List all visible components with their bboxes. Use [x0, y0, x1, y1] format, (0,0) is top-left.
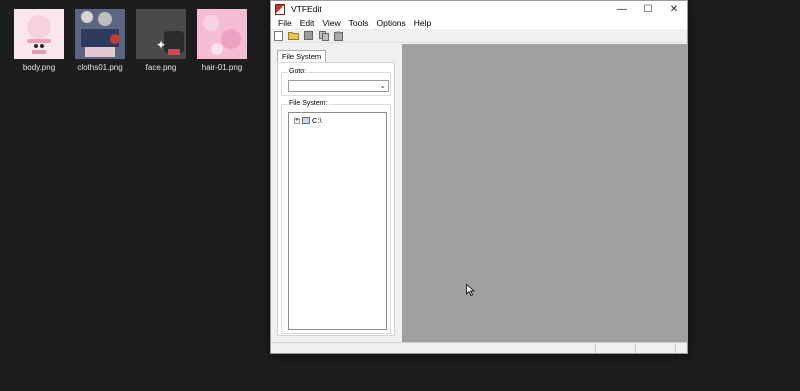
desktop-file-face[interactable]: ✦ face.png [135, 9, 187, 72]
goto-group: Goto: ⌄ [281, 68, 391, 96]
svg-text:✦: ✦ [156, 38, 166, 52]
menu-bar: File Edit View Tools Options Help [271, 17, 687, 29]
desktop-file-cloths[interactable]: cloths01.png [74, 9, 126, 72]
menu-file[interactable]: File [274, 18, 296, 28]
cloths-thumbnail [75, 9, 125, 59]
file-system-tree[interactable]: + C:\ [288, 112, 387, 330]
paste-icon[interactable] [333, 30, 344, 41]
status-divider [635, 344, 636, 353]
toolbar [271, 29, 687, 43]
minimize-button[interactable]: — [609, 1, 635, 17]
tree-node-label: C:\ [312, 116, 322, 125]
status-bar [271, 342, 687, 353]
menu-help[interactable]: Help [410, 18, 435, 28]
copy-icon[interactable] [318, 30, 329, 41]
goto-dropdown[interactable]: ⌄ [288, 80, 389, 92]
expand-icon[interactable]: + [294, 117, 300, 124]
status-divider [595, 344, 596, 353]
file-system-label: File System: [288, 100, 329, 107]
file-name: body.png [22, 63, 56, 72]
chevron-down-icon[interactable]: ⌄ [379, 81, 386, 90]
mouse-cursor-icon [466, 283, 476, 297]
tab-body: Goto: ⌄ File System: + C:\ [277, 62, 395, 336]
title-bar[interactable]: VTFEdit — ☐ ✕ [271, 1, 687, 17]
menu-options[interactable]: Options [372, 18, 409, 28]
menu-edit[interactable]: Edit [296, 18, 319, 28]
status-divider [675, 344, 676, 353]
desktop-file-hair[interactable]: hair-01.png [196, 9, 248, 72]
window-title: VTFEdit [291, 4, 322, 14]
menu-tools[interactable]: Tools [345, 18, 373, 28]
file-name: face.png [145, 63, 177, 72]
file-system-panel: File System Goto: ⌄ File System: + C:\ [275, 47, 398, 339]
file-name: cloths01.png [77, 63, 123, 72]
maximize-button[interactable]: ☐ [635, 1, 661, 17]
image-preview-area[interactable] [402, 44, 688, 342]
main-content: File System Goto: ⌄ File System: + C:\ [271, 44, 688, 342]
vtfedit-window: VTFEdit — ☐ ✕ File Edit View Tools Optio… [270, 0, 688, 354]
file-system-group: File System: + C:\ [281, 100, 391, 334]
open-icon[interactable] [288, 30, 299, 41]
drive-icon [302, 117, 310, 124]
save-icon[interactable] [303, 30, 314, 41]
app-icon [275, 3, 285, 15]
goto-label: Goto: [288, 68, 308, 75]
close-button[interactable]: ✕ [661, 1, 687, 17]
body-thumbnail [14, 9, 64, 59]
hair-thumbnail [197, 9, 247, 59]
tab-file-system[interactable]: File System [277, 50, 327, 62]
menu-view[interactable]: View [318, 18, 344, 28]
new-icon[interactable] [273, 30, 284, 41]
tree-node-c-drive[interactable]: + C:\ [294, 116, 322, 125]
desktop-file-body[interactable]: body.png [13, 9, 65, 72]
file-name: hair-01.png [201, 63, 243, 72]
face-thumbnail: ✦ [136, 9, 186, 59]
